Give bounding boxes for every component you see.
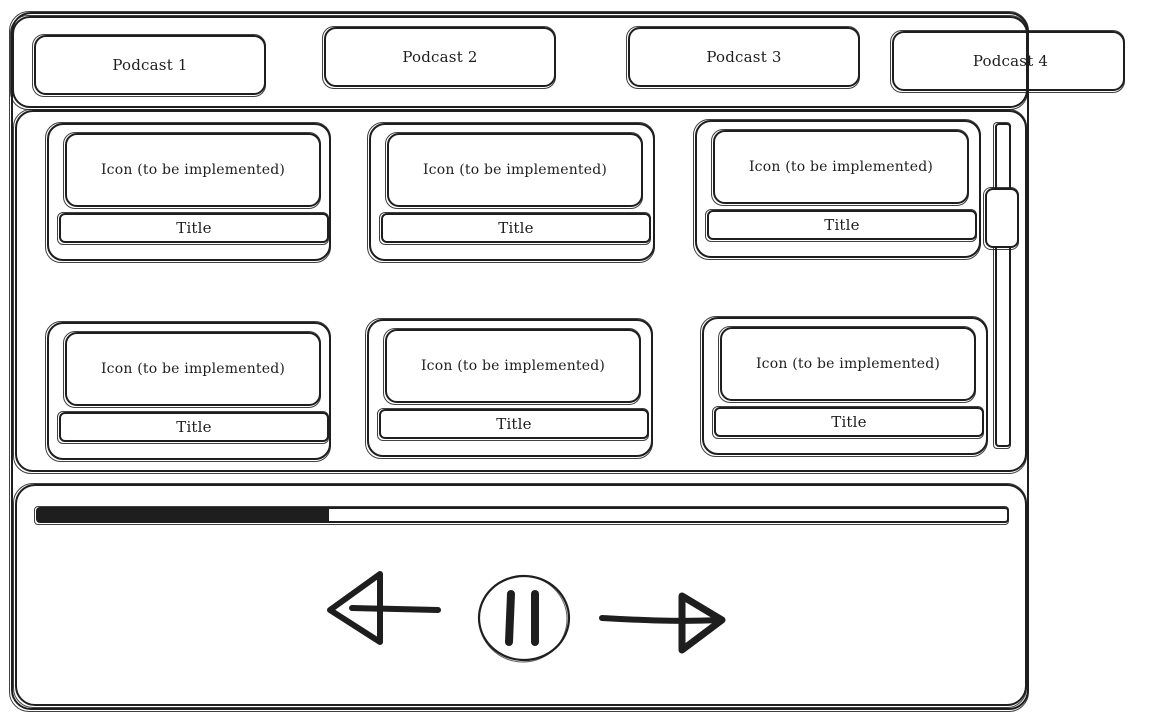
playback-progress-fill (38, 509, 329, 521)
episode-card[interactable]: Icon (to be implemented) Title (367, 122, 655, 263)
tab-podcast-3[interactable]: Podcast 3 (626, 26, 860, 89)
tab-label: Podcast 2 (402, 48, 478, 66)
icon-placeholder-text: Icon (to be implemented) (100, 361, 286, 377)
episode-icon-placeholder: Icon (to be implemented) (63, 132, 321, 209)
episode-title-bar: Title (712, 406, 984, 439)
episode-card[interactable]: Icon (to be implemented) Title (45, 321, 331, 462)
episode-title: Title (498, 219, 534, 237)
episode-title: Title (831, 413, 867, 431)
tab-label: Podcast 1 (112, 56, 188, 74)
icon-placeholder-text: Icon (to be implemented) (748, 159, 934, 175)
episode-icon-placeholder: Icon (to be implemented) (718, 326, 976, 403)
episode-title-bar: Title (57, 212, 329, 245)
episode-title: Title (824, 216, 860, 234)
icon-placeholder-text: Icon (to be implemented) (422, 162, 608, 178)
pause-icon[interactable] (475, 572, 573, 664)
episode-icon-placeholder: Icon (to be implemented) (383, 328, 641, 405)
next-arrow-icon[interactable] (598, 590, 730, 660)
tab-podcast-4[interactable]: Podcast 4 (890, 30, 1125, 93)
tab-podcast-2[interactable]: Podcast 2 (322, 26, 556, 89)
episode-title: Title (176, 418, 212, 436)
episode-card[interactable]: Icon (to be implemented) Title (45, 122, 331, 263)
episode-card[interactable]: Icon (to be implemented) Title (700, 316, 988, 457)
episode-card[interactable]: Icon (to be implemented) Title (693, 119, 981, 260)
previous-arrow-icon[interactable] (322, 568, 444, 648)
wireframe-canvas: Podcast 1 Podcast 2 Podcast 3 Podcast 4 … (0, 0, 1149, 715)
playback-progress-bar[interactable] (34, 506, 1009, 525)
episode-icon-placeholder: Icon (to be implemented) (711, 129, 969, 206)
episode-title: Title (176, 219, 212, 237)
tab-label: Podcast 4 (972, 52, 1049, 70)
tab-podcast-1[interactable]: Podcast 1 (32, 34, 266, 97)
grid-scrollbar-thumb[interactable] (983, 187, 1019, 250)
episode-title-bar: Title (379, 212, 651, 245)
icon-placeholder-text: Icon (to be implemented) (100, 162, 286, 178)
episode-card[interactable]: Icon (to be implemented) Title (365, 318, 653, 459)
icon-placeholder-text: Icon (to be implemented) (755, 356, 941, 372)
episode-title-bar: Title (705, 209, 977, 242)
grid-scrollbar-track[interactable] (993, 122, 1011, 449)
episode-title-bar: Title (57, 411, 329, 444)
tab-label: Podcast 3 (706, 48, 782, 66)
icon-placeholder-text: Icon (to be implemented) (420, 358, 606, 374)
episode-icon-placeholder: Icon (to be implemented) (385, 132, 643, 209)
episode-title-bar: Title (377, 408, 649, 441)
episode-icon-placeholder: Icon (to be implemented) (63, 331, 321, 408)
episode-title: Title (496, 415, 532, 433)
